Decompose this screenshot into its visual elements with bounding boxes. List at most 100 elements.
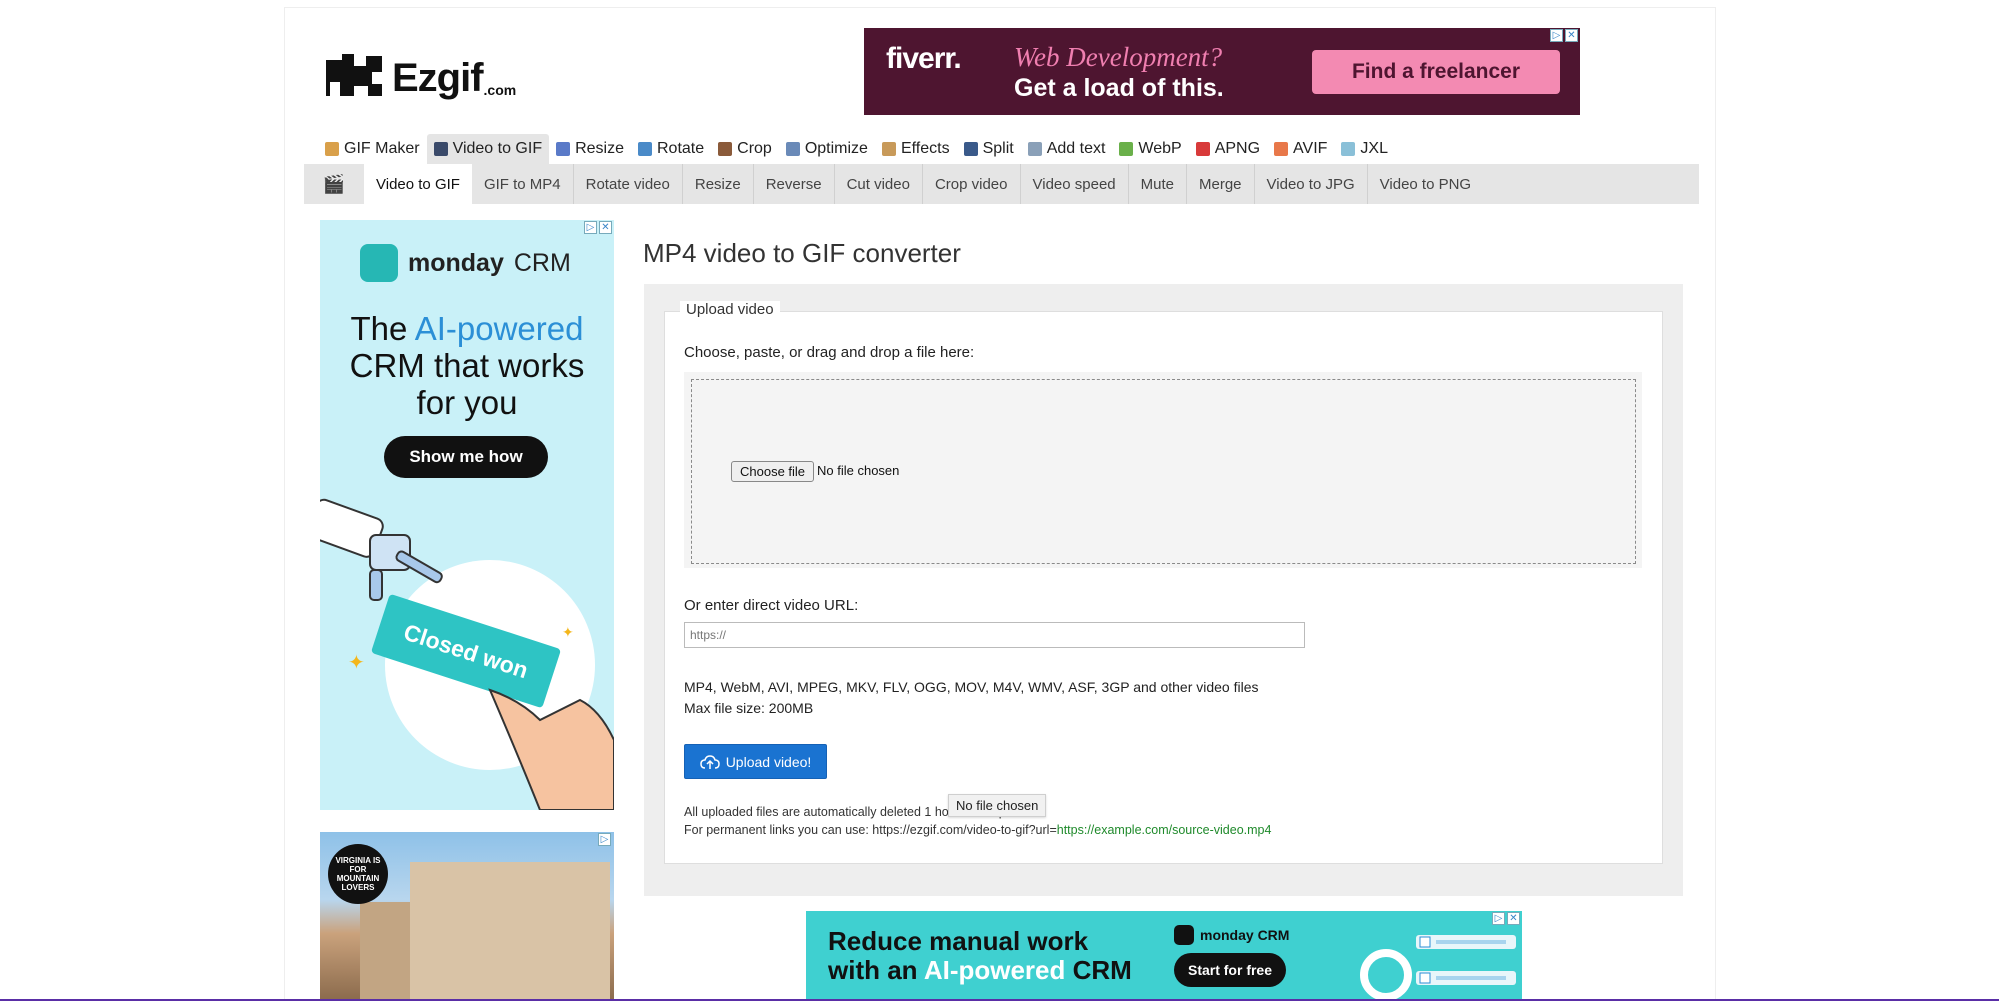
logo-suffix: .com xyxy=(483,82,517,98)
main-nav-label: Split xyxy=(982,140,1014,157)
ad-monday-cta-button[interactable]: Show me how xyxy=(384,436,548,478)
upload-video-button[interactable]: Upload video! xyxy=(684,744,827,779)
sub-nav-tab[interactable]: Video to PNG xyxy=(1368,164,1483,204)
ad-bottom-cta-button[interactable]: Start for free xyxy=(1174,953,1286,987)
ad-sidebar-monday[interactable]: monday CRM The AI-powered CRM that works… xyxy=(320,220,614,810)
ad-banner-top[interactable]: fiverr. Web Development? Get a load of t… xyxy=(864,28,1580,115)
ad-bottom-headline: Reduce manual work with an AI-powered CR… xyxy=(828,927,1132,985)
choose-file-label: Choose, paste, or drag and drop a file h… xyxy=(684,344,975,361)
ezgif-logo-icon xyxy=(326,54,382,96)
main-nav-item[interactable]: AVIF xyxy=(1267,134,1334,164)
ad-bottom-line1: Reduce manual work xyxy=(828,926,1089,956)
choose-file-button[interactable]: Choose file xyxy=(731,461,815,482)
sub-nav: 🎬 Video to GIF GIF to MP4 Rotate video Resi… xyxy=(304,164,1699,204)
upload-legend: Upload video xyxy=(680,301,780,318)
close-icon[interactable]: ✕ xyxy=(1507,912,1520,925)
ad-top-line1: Web Development? xyxy=(1014,42,1223,72)
ad-top-cta-button[interactable]: Find a freelancer xyxy=(1312,50,1560,94)
pointing-hand-icon xyxy=(488,688,614,810)
ad-head-part2: CRM that works xyxy=(349,347,585,384)
monday-logo-icon xyxy=(360,244,398,282)
webp-icon xyxy=(1119,142,1134,156)
main-nav-item[interactable]: Rotate xyxy=(631,134,711,164)
main-nav-label: Crop xyxy=(737,140,772,157)
page-title: MP4 video to GIF converter xyxy=(643,238,961,268)
ezgif-logo[interactable]: Ezgif .com xyxy=(324,48,516,98)
adchoices-icon[interactable]: ▷ xyxy=(584,221,597,234)
video-url-input[interactable] xyxy=(684,622,1305,648)
main-nav-label: Optimize xyxy=(804,140,868,157)
resize-icon xyxy=(556,142,571,156)
main-nav-item[interactable]: APNG xyxy=(1189,134,1267,164)
ad-top-choices[interactable]: ▷ ✕ xyxy=(1550,29,1578,42)
main-nav-item[interactable]: GIF Maker xyxy=(318,134,427,164)
main-nav-item[interactable]: Split xyxy=(957,134,1021,164)
max-file-size: Max file size: 200MB xyxy=(684,700,814,716)
main-nav-label: GIF Maker xyxy=(344,140,420,157)
file-input-tooltip: No file chosen xyxy=(948,794,1047,817)
main-nav-item[interactable]: Video to GIF xyxy=(426,134,550,164)
ad-monday-logo: monday CRM xyxy=(360,244,571,282)
adchoices-icon[interactable]: ▷ xyxy=(598,833,611,846)
film-icon xyxy=(433,142,448,156)
sub-nav-tab[interactable]: Crop video xyxy=(923,164,1021,204)
virginia-badge: VIRGINIA IS FOR MOUNTAIN LOVERS xyxy=(328,844,388,904)
ad-monday-headline: The AI-powered CRM that works for you xyxy=(320,310,614,421)
adchoices-icon[interactable]: ▷ xyxy=(1550,29,1563,42)
formats-list: MP4, WebM, AVI, MPEG, MKV, FLV, OGG, MOV… xyxy=(684,679,1259,695)
main-nav-item[interactable]: Add text xyxy=(1021,134,1113,164)
main-nav-label: Add text xyxy=(1046,140,1106,157)
main-nav-item[interactable]: Optimize xyxy=(779,134,875,164)
apng-icon xyxy=(1195,142,1210,156)
sub-nav-tab[interactable]: Mute xyxy=(1129,164,1187,204)
close-icon[interactable]: ✕ xyxy=(1565,29,1578,42)
main-nav-label: WebP xyxy=(1138,140,1182,157)
ad-bottom-brand: monday CRM xyxy=(1200,927,1290,943)
no-file-chosen-text: No file chosen xyxy=(817,463,900,478)
gif-maker-icon xyxy=(325,142,339,156)
logo-name: Ezgif xyxy=(392,56,484,100)
main-nav-label: Effects xyxy=(900,140,950,157)
ad-top-brand: fiverr. xyxy=(886,42,962,75)
ad-left1-choices[interactable]: ▷ ✕ xyxy=(584,221,612,234)
permanent-link-example[interactable]: https://example.com/source-video.mp4 xyxy=(1057,823,1272,837)
ad-monday-brand2: CRM xyxy=(513,248,571,277)
adchoices-icon[interactable]: ▷ xyxy=(1492,912,1505,925)
sub-nav-tab[interactable]: Rotate video xyxy=(574,164,683,204)
supported-formats: MP4, WebM, AVI, MPEG, MKV, FLV, OGG, MOV… xyxy=(684,677,1259,719)
main-nav-label: Rotate xyxy=(657,140,705,157)
ad-bottom-line2-suffix: CRM xyxy=(1065,955,1132,985)
monday-logo-icon xyxy=(1174,925,1194,945)
ad-monday-brand: monday xyxy=(408,248,504,277)
jxl-icon xyxy=(1341,142,1356,156)
add-text-icon xyxy=(1027,142,1042,156)
sub-nav-tab[interactable]: Video to JPG xyxy=(1255,164,1368,204)
sparkle-icon: ✦ xyxy=(562,624,574,640)
sparkle-icon: ✦ xyxy=(348,652,365,674)
sub-nav-tab[interactable]: Merge xyxy=(1187,164,1255,204)
ad-bottom-line2-highlight: AI-powered xyxy=(923,955,1066,985)
ad-bottom-choices[interactable]: ▷ ✕ xyxy=(1492,912,1520,925)
ad-bottom-logo: monday CRM xyxy=(1174,925,1289,945)
ad-banner-bottom[interactable]: Reduce manual work with an AI-powered CR… xyxy=(806,911,1522,1001)
sub-nav-tab[interactable]: Video speed xyxy=(1021,164,1129,204)
sub-nav-tab[interactable]: Resize xyxy=(683,164,754,204)
sub-nav-tab[interactable]: Reverse xyxy=(754,164,835,204)
ad-photo-building xyxy=(410,862,610,1001)
avif-icon xyxy=(1274,142,1289,156)
sub-nav-tab[interactable]: GIF to MP4 xyxy=(472,164,574,204)
close-icon[interactable]: ✕ xyxy=(599,221,612,234)
ad-sidebar-virginia[interactable]: VIRGINIA IS FOR MOUNTAIN LOVERS xyxy=(320,832,614,1001)
main-nav-item[interactable]: WebP xyxy=(1112,134,1188,164)
sub-nav-tab[interactable]: Cut video xyxy=(835,164,923,204)
sub-nav-tab[interactable]: Video to GIF xyxy=(364,164,472,204)
video-url-label: Or enter direct video URL: xyxy=(684,597,859,614)
main-nav-item[interactable]: Effects xyxy=(875,134,957,164)
ad-left2-choices[interactable]: ▷ xyxy=(598,833,611,846)
main-nav-item[interactable]: Crop xyxy=(711,134,779,164)
main-nav-item[interactable]: JXL xyxy=(1334,134,1395,164)
cloud-upload-icon xyxy=(699,754,720,769)
main-nav-label: APNG xyxy=(1214,140,1261,157)
main-nav-label: Video to GIF xyxy=(452,140,543,157)
main-nav-item[interactable]: Resize xyxy=(549,134,631,164)
